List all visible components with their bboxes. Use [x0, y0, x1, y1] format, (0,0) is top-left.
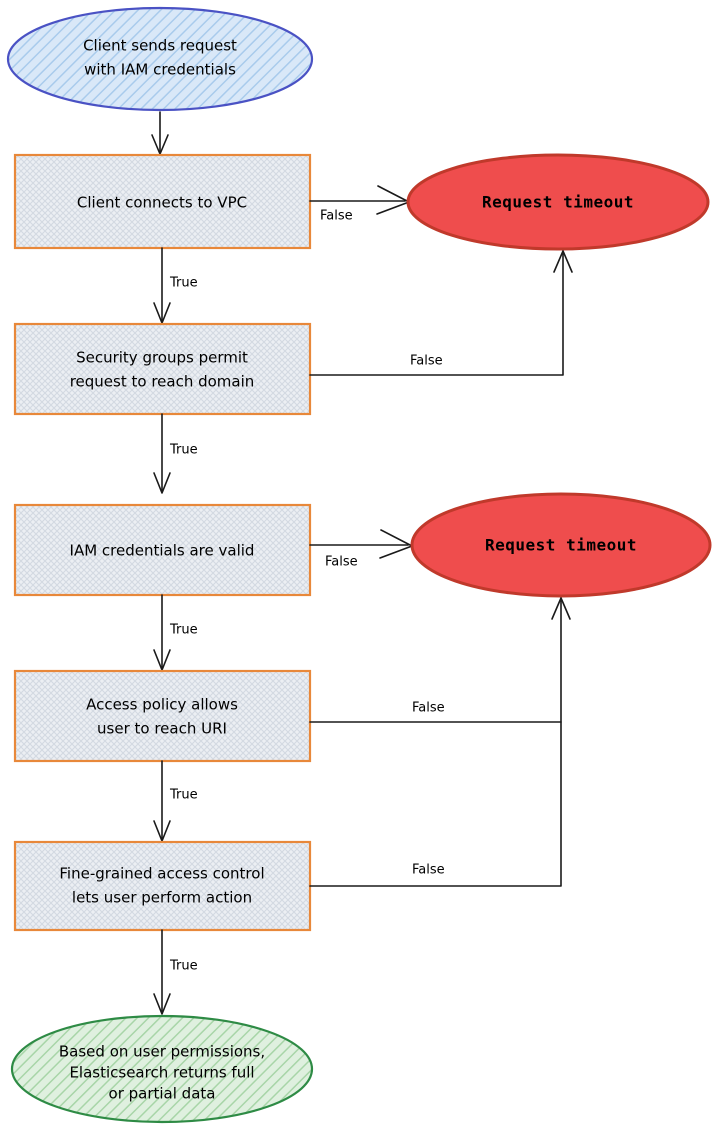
result-label-line-2: Elasticsearch returns full [69, 1064, 254, 1082]
edge-vpc-to-timeout1: False [309, 185, 410, 224]
edge-label-iam-true: True [169, 623, 198, 638]
node-start[interactable]: Client sends request with IAM credential… [6, 6, 314, 112]
timeout1-label: Request timeout [482, 193, 634, 212]
node-policy[interactable]: Access policy allows user to reach URI [13, 669, 312, 763]
edge-policy-to-timeout2: False [309, 597, 571, 723]
edge-start-to-vpc [151, 111, 169, 155]
result-label-line-3: or partial data [109, 1085, 216, 1103]
policy-label-line-2: user to reach URI [97, 720, 227, 738]
node-iam[interactable]: IAM credentials are valid [13, 503, 312, 597]
node-vpc[interactable]: Client connects to VPC [13, 153, 312, 250]
policy-box-shape [13, 669, 312, 763]
edge-label-vpc-true: True [169, 276, 198, 291]
edge-label-vpc-false: False [320, 209, 353, 224]
fgac-label-line-1: Fine-grained access control [59, 865, 264, 883]
edge-label-policy-false: False [412, 701, 445, 716]
flowchart-svg: Client sends request with IAM credential… [6, 6, 712, 1124]
start-ellipse-shape [6, 6, 314, 112]
edge-label-sg-true: True [169, 443, 198, 458]
edge-iam-to-policy: True [153, 594, 198, 671]
edge-vpc-to-sg: True [153, 247, 198, 324]
edge-fgac-to-timeout2: False [309, 721, 562, 887]
edge-sg-to-timeout1: False [309, 250, 573, 376]
node-sg[interactable]: Security groups permit request to reach … [13, 322, 312, 416]
edge-label-sg-false: False [410, 354, 443, 369]
edge-label-fgac-false: False [412, 863, 445, 878]
vpc-label: Client connects to VPC [77, 194, 247, 212]
sg-label-line-1: Security groups permit [76, 349, 248, 367]
node-result[interactable]: Based on user permissions, Elasticsearch… [10, 1014, 314, 1124]
iam-label: IAM credentials are valid [70, 542, 255, 560]
policy-label-line-1: Access policy allows [86, 696, 238, 714]
edge-policy-to-fgac: True [153, 760, 198, 842]
flowchart-canvas: Client sends request with IAM credential… [0, 0, 722, 1130]
timeout2-label: Request timeout [485, 536, 637, 555]
start-label-line-2: with IAM credentials [84, 61, 236, 79]
edge-sg-to-iam: True [153, 413, 198, 494]
node-timeout1[interactable]: Request timeout [406, 153, 710, 251]
result-label-line-1: Based on user permissions, [59, 1043, 265, 1061]
node-timeout2[interactable]: Request timeout [410, 492, 712, 598]
edge-label-fgac-true: True [169, 959, 198, 974]
start-label-line-1: Client sends request [83, 37, 237, 55]
node-fgac[interactable]: Fine-grained access control lets user pe… [13, 840, 312, 932]
edge-label-iam-false: False [325, 555, 358, 570]
edge-label-policy-true: True [169, 788, 198, 803]
sg-box-shape [13, 322, 312, 416]
fgac-label-line-2: lets user perform action [72, 889, 252, 907]
sg-label-line-2: request to reach domain [70, 373, 255, 391]
edge-iam-to-timeout2: False [309, 529, 413, 570]
fgac-box-shape [13, 840, 312, 932]
edge-fgac-to-result: True [153, 929, 198, 1015]
